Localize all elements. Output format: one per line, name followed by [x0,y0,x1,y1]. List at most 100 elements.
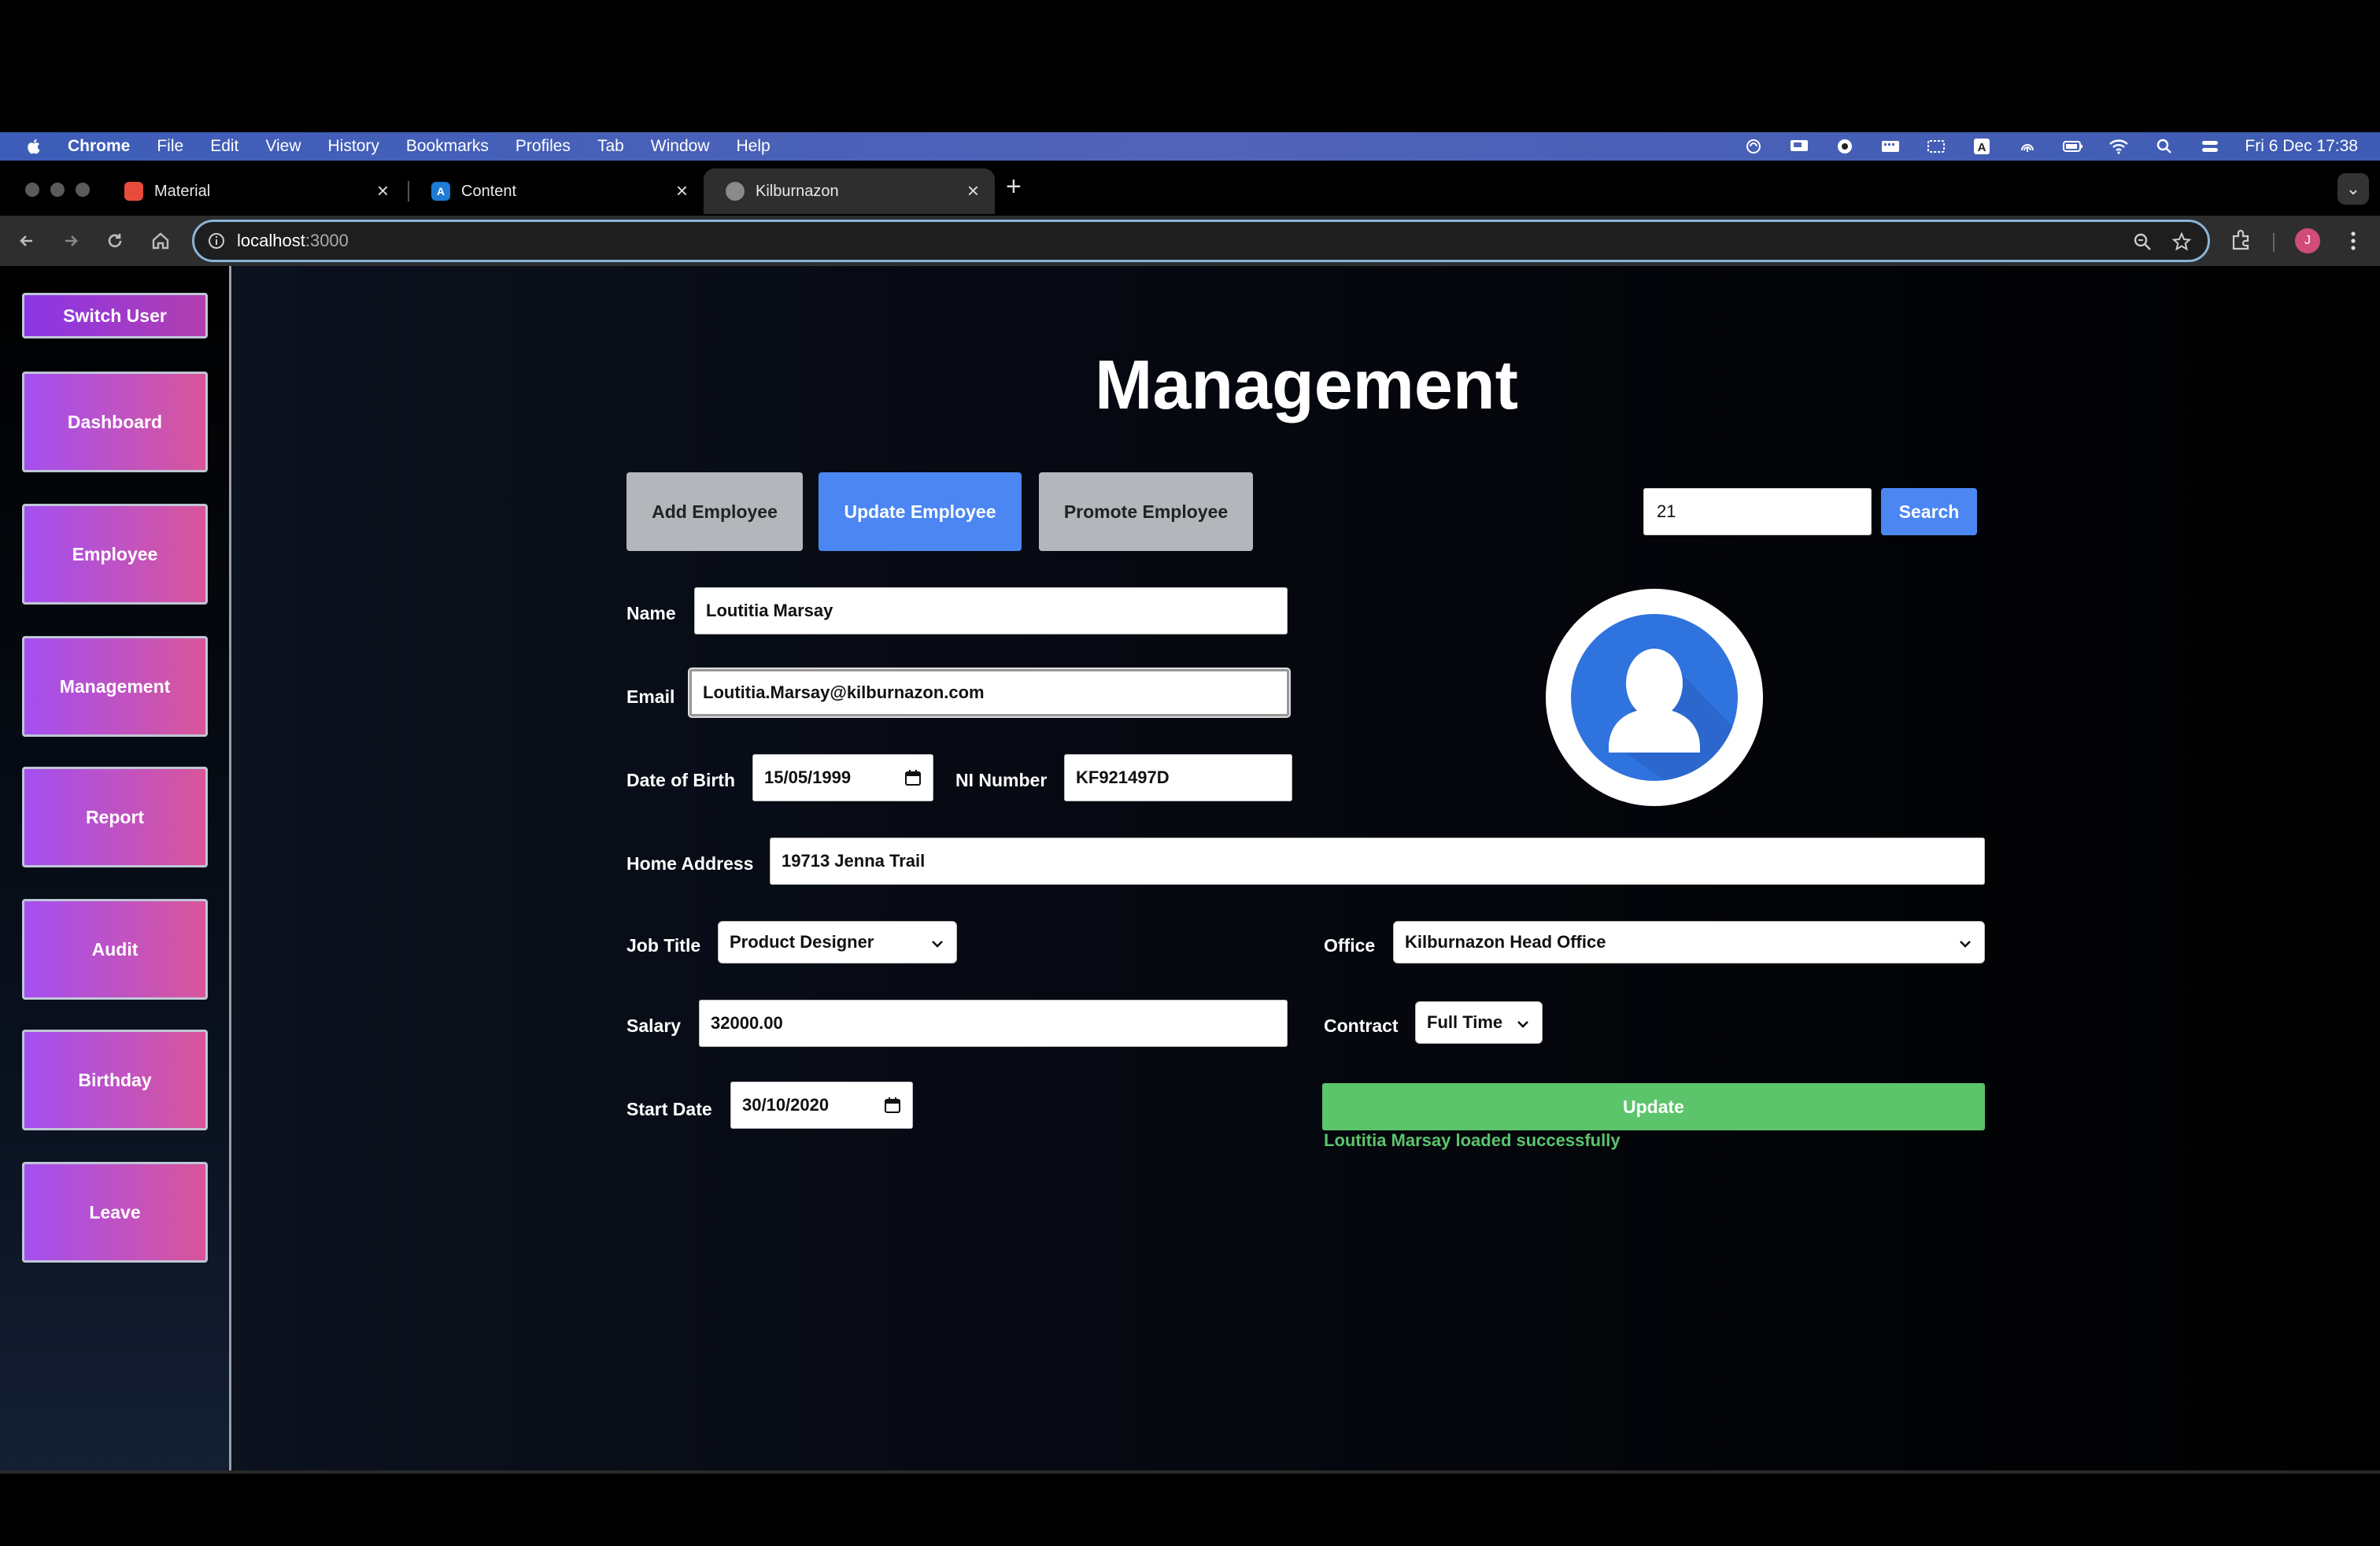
wifi-icon[interactable] [2108,138,2130,155]
sidebar-item-management[interactable]: Management [22,636,208,737]
sidebar-item-audit[interactable]: Audit [22,899,208,1000]
menubar-window[interactable]: Window [651,137,710,156]
user-silhouette-icon [1609,645,1738,781]
spotlight-search-icon[interactable] [2153,138,2175,155]
browser-tab-strip: Material × A Content × Kilburnazon × + ⌄ [0,161,2380,216]
date-of-birth-input[interactable]: 15/05/1999 [752,754,933,801]
start-date-value: 30/10/2020 [742,1095,830,1115]
menubar-history[interactable]: History [328,137,379,156]
address-bar[interactable]: localhost:3000 [192,220,2210,262]
salary-input[interactable]: 32000.00 [699,1000,1288,1047]
home-address-input[interactable]: 19713 Jenna Trail [770,838,1985,885]
chevron-down-icon [1960,941,1971,948]
status-message: Loutitia Marsay loaded successfully [1324,1130,1621,1150]
add-employee-tab-button[interactable]: Add Employee [626,472,803,551]
sidebar-item-employee[interactable]: Employee [22,504,208,605]
promote-employee-tab-button[interactable]: Promote Employee [1039,472,1253,551]
menubar-clock[interactable]: Fri 6 Dec 17:38 [2245,137,2358,156]
office-label: Office [1324,935,1376,956]
job-title-value: Product Designer [730,932,874,952]
name-input[interactable]: Loutitia Marsay [694,587,1288,634]
home-icon[interactable] [146,227,175,255]
office-select[interactable]: Kilburnazon Head Office [1393,921,1985,963]
sidebar-item-report[interactable]: Report [22,767,208,867]
url-port: :3000 [305,231,349,250]
sync-icon[interactable] [1743,138,1765,155]
close-tab-icon[interactable]: × [676,179,688,202]
url-host: localhost [237,231,305,250]
app-status-icon[interactable] [1834,138,1856,155]
search-button[interactable]: Search [1881,488,1977,535]
close-tab-icon[interactable]: × [967,179,979,202]
sidebar-nav: Switch User Dashboard Employee Managemen… [0,266,231,1470]
date-of-birth-value: 15/05/1999 [764,767,852,787]
forward-arrow-icon[interactable] [57,227,85,255]
tab-title: Kilburnazon [756,182,839,200]
browser-tab-kilburnazon[interactable]: Kilburnazon × [704,168,995,214]
update-employee-tab-button[interactable]: Update Employee [819,472,1022,551]
back-arrow-icon[interactable] [13,227,41,255]
chrome-menu-icon[interactable] [2344,228,2363,253]
sidebar-item-dashboard[interactable]: Dashboard [22,372,208,472]
menubar-edit[interactable]: Edit [210,137,238,156]
toolbar-divider [2273,233,2275,252]
contract-select[interactable]: Full Time [1415,1001,1543,1044]
start-date-label: Start Date [626,1099,712,1119]
browser-tab-content[interactable]: A Content × [409,168,704,214]
menubar-view[interactable]: View [265,137,301,156]
reload-icon[interactable] [101,227,129,255]
tab-search-chevron-icon[interactable]: ⌄ [2338,173,2369,205]
window-close-control[interactable] [25,183,39,197]
dotted-window-icon[interactable] [1925,138,1947,155]
close-tab-icon[interactable]: × [377,179,389,202]
switch-user-button[interactable]: Switch User [22,293,208,338]
email-label: Email [626,686,675,707]
material-favicon-icon [124,182,143,201]
control-center-icon[interactable] [2199,138,2221,155]
job-title-label: Job Title [626,935,701,956]
ni-number-label: NI Number [955,770,1048,790]
ni-number-input[interactable]: KF921497D [1064,754,1292,801]
screen-share-icon[interactable] [1788,138,1810,155]
new-tab-icon[interactable]: + [1006,172,1022,202]
menubar-app-name[interactable]: Chrome [68,137,130,156]
menubar-profiles[interactable]: Profiles [516,137,571,156]
zoom-icon[interactable] [2132,231,2153,252]
profile-avatar[interactable]: J [2295,228,2320,253]
os-menubar: Chrome File Edit View History Bookmarks … [0,132,2380,161]
globe-favicon-icon [726,182,745,201]
fingerprint-icon[interactable] [2016,138,2038,155]
battery-icon[interactable] [2062,138,2084,155]
site-info-icon[interactable] [207,231,226,250]
extensions-puzzle-icon[interactable] [2229,228,2252,252]
sidebar-item-birthday[interactable]: Birthday [22,1030,208,1130]
browser-tab-material[interactable]: Material × [102,168,405,214]
menubar-tab[interactable]: Tab [597,137,624,156]
employee-id-search-input[interactable]: 21 [1643,488,1872,535]
content-favicon-icon: A [431,182,450,201]
page-title: Management [1095,346,1518,423]
window-zoom-control[interactable] [76,183,90,197]
apple-icon[interactable] [25,138,41,155]
calendar-icon[interactable] [904,769,922,786]
salary-label: Salary [626,1015,682,1036]
window-minimize-control[interactable] [50,183,65,197]
job-title-select[interactable]: Product Designer [718,921,957,963]
start-date-input[interactable]: 30/10/2020 [730,1082,913,1129]
tab-title: Content [461,182,517,200]
menubar-bookmarks[interactable]: Bookmarks [406,137,489,156]
calendar-icon[interactable] [884,1097,901,1114]
update-button[interactable]: Update [1322,1083,1985,1130]
bookmark-star-icon[interactable] [2171,231,2192,252]
email-input[interactable]: Loutitia.Marsay@kilburnazon.com [689,669,1289,716]
keyboard-icon[interactable] [1879,138,1901,155]
contract-value: Full Time [1427,1012,1503,1032]
menubar-help[interactable]: Help [737,137,771,156]
name-label: Name [626,603,676,623]
menubar-file[interactable]: File [157,137,183,156]
chevron-down-icon [1517,1021,1528,1028]
office-value: Kilburnazon Head Office [1405,932,1606,952]
sidebar-item-leave[interactable]: Leave [22,1162,208,1263]
input-source-icon[interactable]: A [1971,138,1993,155]
browser-toolbar: localhost:3000 [0,216,2380,266]
